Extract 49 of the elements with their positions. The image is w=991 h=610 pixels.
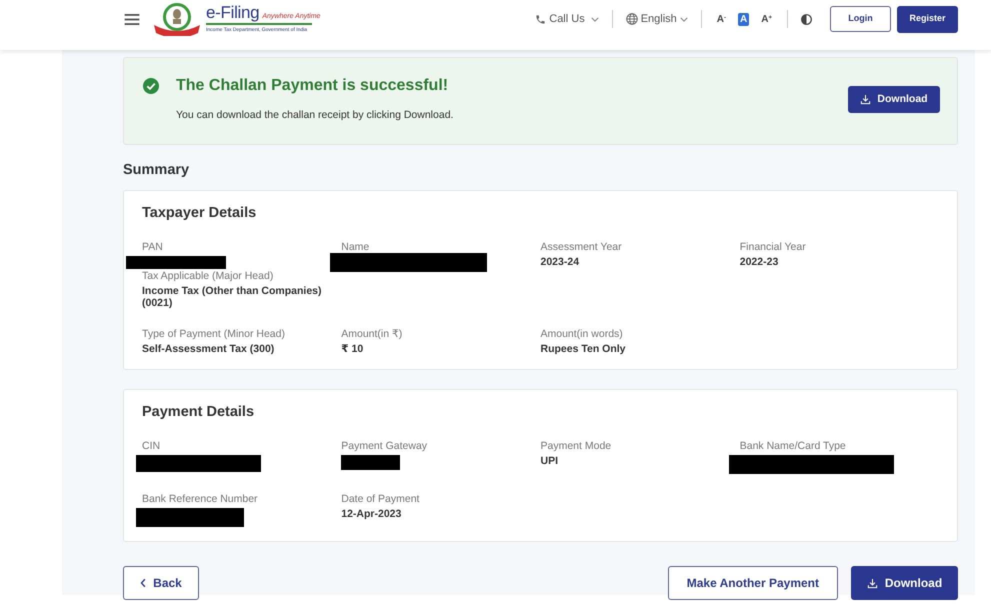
field-label: Name xyxy=(341,240,370,254)
language-dropdown[interactable]: English xyxy=(626,10,688,28)
chevron-down-icon xyxy=(680,16,688,22)
card-title: Taxpayer Details xyxy=(142,204,258,223)
font-size-button[interactable]: A xyxy=(738,12,750,26)
brand-title: e-Filing xyxy=(206,4,260,21)
make-payment-button[interactable]: Make Another Payment xyxy=(668,566,838,600)
field-label: Bank Name/Card Type xyxy=(740,439,847,453)
field-label: Financial Year xyxy=(740,240,807,254)
download-button[interactable]: Download xyxy=(848,86,940,113)
field-label: Bank Reference Number xyxy=(142,492,259,506)
menu-icon[interactable] xyxy=(124,14,140,24)
field-label: CIN xyxy=(142,439,162,453)
field-value: 12-Apr-2023 xyxy=(341,508,402,520)
download-icon xyxy=(866,578,878,588)
globe-icon xyxy=(626,13,638,25)
field-value: UPI xyxy=(540,455,560,467)
register-button[interactable]: Register xyxy=(897,6,958,32)
field-value: 2023-24 xyxy=(540,256,580,268)
back-button[interactable]: Back xyxy=(123,566,199,600)
contrast-icon[interactable] xyxy=(801,14,812,24)
field-label: Amount(in words) xyxy=(540,327,624,341)
download-button[interactable]: Download xyxy=(851,566,958,600)
field-label: Type of Payment (Minor Head) xyxy=(142,327,286,341)
chevron-left-icon xyxy=(140,578,146,588)
alert-title: The Challan Payment is successful! xyxy=(176,76,448,96)
check-circle-icon xyxy=(143,78,159,94)
field-label: Tax Applicable (Major Head) xyxy=(142,269,274,283)
field-value: Income Tax (Other than Companies) (0021) xyxy=(142,285,322,309)
font-size-button[interactable]: A$^{+}$ xyxy=(759,12,774,26)
field-label: Date of Payment xyxy=(341,492,420,506)
field-label: PAN xyxy=(142,240,164,254)
field-value: Self-Assessment Tax (300) xyxy=(142,343,276,355)
field-value: ₹ 10 xyxy=(341,343,364,355)
font-size-button[interactable]: A$^{-}$ xyxy=(714,12,728,26)
login-button[interactable]: Login xyxy=(830,6,891,32)
chevron-down-icon xyxy=(590,16,599,22)
download-icon xyxy=(860,94,872,105)
field-label: Payment Gateway xyxy=(341,439,428,453)
field-value: 2022-23 xyxy=(740,256,780,268)
field-label: Assessment Year xyxy=(540,240,623,254)
alert-message: You can download the challan receipt by clicking Download. xyxy=(176,108,454,123)
card-title: Payment Details xyxy=(142,403,256,422)
phone-icon xyxy=(535,14,546,24)
field-label: Amount(in ₹) xyxy=(341,327,404,341)
field-value: Rupees Ten Only xyxy=(540,343,626,355)
call-us-dropdown[interactable]: Call Us xyxy=(535,10,599,28)
field-label: Payment Mode xyxy=(540,439,612,453)
summary-heading: Summary xyxy=(123,161,190,180)
